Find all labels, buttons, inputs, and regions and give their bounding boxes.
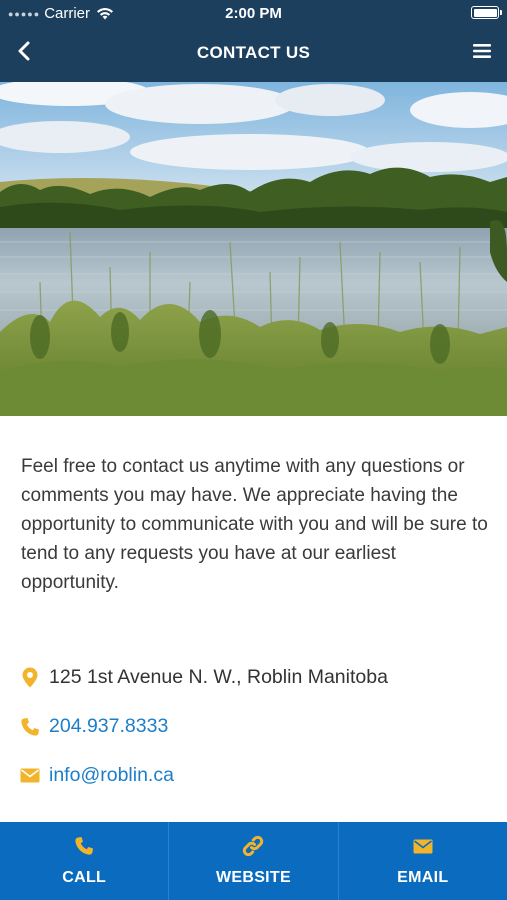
navigation-bar: CONTACT US (0, 26, 507, 82)
bottom-tab-bar: CALL WEBSITE EMAIL (0, 822, 507, 900)
hamburger-menu-icon[interactable] (471, 41, 493, 61)
tab-email-label: EMAIL (397, 869, 449, 886)
tab-website[interactable]: WEBSITE (168, 822, 337, 900)
tab-website-label: WEBSITE (215, 869, 291, 886)
top-bar: ●●●●● Carrier 2:00 PM CONTACT US (0, 0, 507, 82)
status-bar: ●●●●● Carrier 2:00 PM (0, 0, 507, 26)
envelope-icon (413, 835, 433, 857)
battery-icon (471, 6, 502, 19)
tab-call-label: CALL (62, 869, 107, 886)
address-row: 125 1st Avenue N. W., Roblin Manitoba (20, 666, 388, 689)
page-title: CONTACT US (196, 43, 311, 62)
phone-link[interactable]: 204.937.8333 (49, 715, 168, 738)
map-pin-icon (20, 667, 40, 689)
status-time: 2:00 PM (225, 5, 282, 22)
hero-image (0, 82, 507, 416)
phone-icon (20, 716, 40, 738)
email-row[interactable]: info@roblin.ca (20, 764, 174, 787)
tab-call[interactable]: CALL (0, 822, 168, 900)
phone-icon (74, 835, 94, 857)
phone-row[interactable]: 204.937.8333 (20, 715, 168, 738)
address-text: 125 1st Avenue N. W., Roblin Manitoba (49, 666, 388, 688)
tab-email[interactable]: EMAIL (337, 822, 507, 900)
link-icon (242, 835, 264, 857)
intro-paragraph: Feel free to contact us anytime with any… (21, 456, 488, 593)
envelope-icon (20, 765, 40, 787)
email-link[interactable]: info@roblin.ca (49, 764, 174, 787)
